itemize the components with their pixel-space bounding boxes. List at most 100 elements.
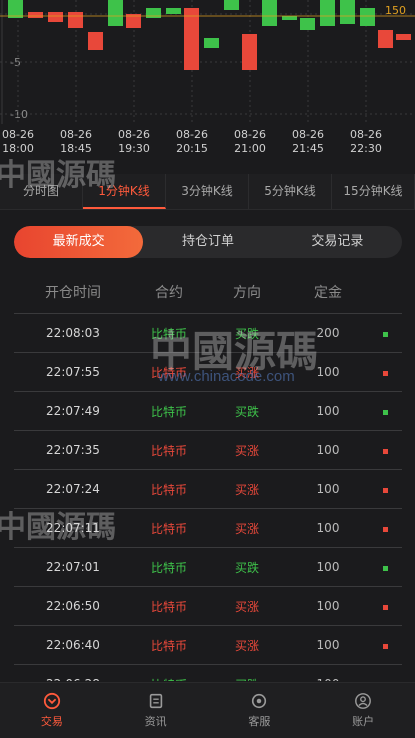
tab-interval-1min[interactable]: 1分钟K线 [83,174,166,209]
cell-contract: 比特币 [150,482,187,497]
cell-open-time: 22:06:28 [14,677,132,681]
interval-tabs: 分时图 1分钟K线 3分钟K线 5分钟K线 15分钟K线 [0,174,415,210]
x-tick-time: 21:45 [292,142,324,155]
candle-body [204,38,219,48]
table-row[interactable]: 22:07:24 比特币 买涨 100 [14,469,402,508]
table-row[interactable]: 22:07:35 比特币 买涨 100 [14,430,402,469]
cell-contract: 比特币 [150,521,187,536]
cell-deposit: 100 [316,599,340,613]
cell-deposit: 100 [316,404,340,418]
tab-open-positions[interactable]: 持仓订单 [143,226,272,258]
x-tick-time: 19:30 [118,142,150,155]
x-tick-date: 08-26 [350,128,382,141]
cell-indicator [368,521,402,535]
account-icon [355,693,372,709]
cell-indicator [368,326,402,340]
cell-direction: 买跌 [206,676,288,682]
candle-body [8,0,23,18]
candle-body [360,8,375,26]
cell-open-time: 22:07:49 [46,404,100,418]
table-row[interactable]: 22:08:03 比特币 买跌 200 [14,313,402,352]
candle-body [166,8,181,14]
cell-direction: 买涨 [234,482,259,497]
table-row[interactable]: 22:07:55 比特币 买涨 100 [14,352,402,391]
table-row[interactable]: 22:06:40 比特币 买涨 100 [14,625,402,664]
support-icon [252,693,267,709]
tab-interval-5min[interactable]: 5分钟K线 [249,174,332,209]
direction-indicator-icon [382,332,388,337]
cell-contract: 比特币 [150,365,187,380]
nav-account[interactable]: 账户 [311,683,415,738]
nav-support[interactable]: 客服 [208,683,312,738]
table-row[interactable]: 22:06:28比特币买跌100 [14,664,402,681]
tab-latest-trades[interactable]: 最新成交 [14,226,144,258]
x-tick-date: 08-26 [292,128,324,141]
candle-body [320,0,335,26]
kline-chart[interactable]: 0-5-1008-2618:0008-2618:4508-2619:3008-2… [0,0,415,175]
cell-indicator [368,365,402,379]
table-row[interactable]: 22:06:50 比特币 买涨 100 [14,586,402,625]
trade-icon [43,692,60,710]
cell-indicator [368,677,402,681]
last-price-label: 150 [385,4,406,17]
header-deposit: 定金 [314,285,342,301]
x-tick-time: 18:45 [60,142,92,155]
table-row[interactable]: 22:07:11 比特币 买涨 100 [14,508,402,547]
trades-list: 22:08:03 比特币 买跌 200 22:07:55 比特币 买涨 100 22:07:49… [14,313,402,681]
direction-indicator-icon [382,449,388,454]
nav-news-label: 资讯 [144,715,167,728]
direction-indicator-icon [382,527,388,532]
table-row[interactable]: 22:07:01 比特币 买跌 100 [14,547,402,586]
nav-account-label: 账户 [352,715,375,728]
cell-direction: 买跌 [234,560,259,575]
cell-contract: 比特币 [150,599,187,614]
news-icon [149,693,162,709]
cell-indicator [368,404,402,418]
tab-trade-records[interactable]: 交易记录 [273,226,402,258]
cell-direction: 买涨 [234,365,259,380]
candle-body [88,32,103,50]
tab-interval-15min[interactable]: 15分钟K线 [332,174,415,209]
candle-body [146,8,161,18]
nav-trade[interactable]: 交易 [0,683,104,738]
cell-open-time: 22:07:11 [46,521,100,535]
candle-body [184,8,199,70]
x-tick-time: 21:00 [234,142,266,155]
y-tick-label: -10 [10,108,28,121]
table-row[interactable]: 22:07:49 比特币 买跌 100 [14,391,402,430]
cell-open-time: 22:07:24 [46,482,100,496]
candle-body [300,18,315,30]
header-spacer [368,278,402,308]
tab-interval-3min[interactable]: 3分钟K线 [166,174,249,209]
x-tick-date: 08-26 [60,128,92,141]
x-tick-time: 22:30 [350,142,382,155]
cell-contract: 比特币 [150,638,187,653]
cell-indicator [368,443,402,457]
cell-deposit: 100 [316,482,340,496]
cell-open-time: 22:07:35 [46,443,100,457]
cell-indicator [368,482,402,496]
candle-body [68,12,83,28]
cell-indicator [368,638,402,652]
cell-contract: 比特币 [150,326,187,341]
cell-contract: 比特币 [150,560,187,575]
candle-body [262,0,277,26]
cell-direction: 买涨 [234,599,259,614]
cell-open-time: 22:07:55 [46,365,100,379]
x-tick-time: 20:15 [176,142,208,155]
tab-interval-timeshare[interactable]: 分时图 [0,174,83,209]
direction-indicator-icon [382,488,388,493]
cell-indicator [368,599,402,613]
candle-body [224,0,239,10]
kline-chart-svg: 0-5-1008-2618:0008-2618:4508-2619:3008-2… [0,0,415,155]
segment-control: 最新成交 持仓订单 交易记录 [14,226,402,258]
cell-indicator [368,560,402,574]
cell-direction: 买涨 [234,443,259,458]
cell-open-time: 22:07:01 [46,560,100,574]
cell-deposit: 100 [316,638,340,652]
nav-news[interactable]: 资讯 [104,683,208,738]
candle-body [396,34,411,40]
direction-indicator-icon [382,371,388,376]
cell-open-time: 22:08:03 [46,326,100,340]
candle-body [282,16,297,20]
